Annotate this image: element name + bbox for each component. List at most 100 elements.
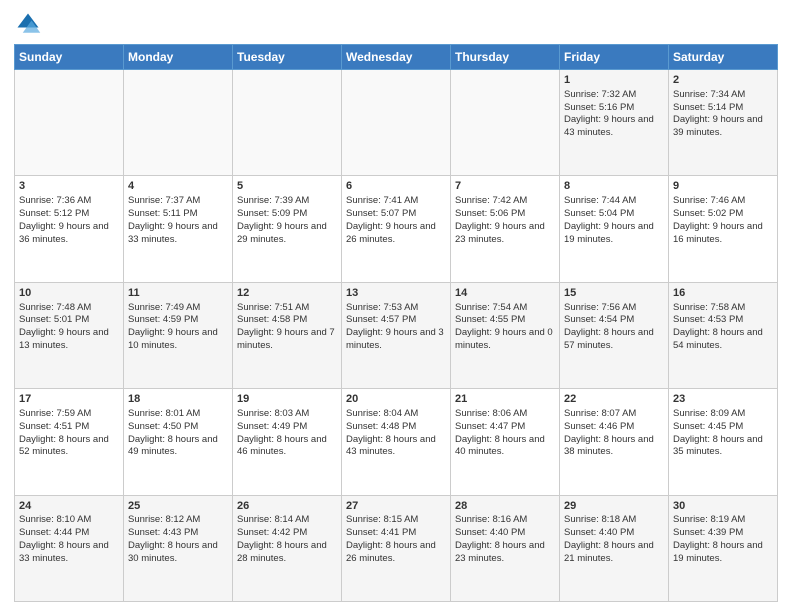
- calendar-cell: 24Sunrise: 8:10 AMSunset: 4:44 PMDayligh…: [15, 495, 124, 601]
- day-info: Sunset: 5:06 PM: [455, 208, 555, 221]
- day-info: Sunrise: 7:39 AM: [237, 195, 337, 208]
- day-number: 7: [455, 179, 555, 194]
- day-info: Sunrise: 8:15 AM: [346, 514, 446, 527]
- day-info: Daylight: 8 hours and 46 minutes.: [237, 434, 337, 460]
- weekday-header: Sunday: [15, 45, 124, 70]
- day-info: Daylight: 9 hours and 3 minutes.: [346, 327, 446, 353]
- day-info: Sunset: 5:12 PM: [19, 208, 119, 221]
- calendar-cell: 22Sunrise: 8:07 AMSunset: 4:46 PMDayligh…: [560, 389, 669, 495]
- day-info: Sunrise: 7:48 AM: [19, 302, 119, 315]
- day-info: Sunset: 4:42 PM: [237, 527, 337, 540]
- calendar-cell: 13Sunrise: 7:53 AMSunset: 4:57 PMDayligh…: [342, 282, 451, 388]
- calendar: SundayMondayTuesdayWednesdayThursdayFrid…: [14, 44, 778, 602]
- day-info: Daylight: 8 hours and 57 minutes.: [564, 327, 664, 353]
- day-number: 25: [128, 499, 228, 514]
- day-info: Sunrise: 8:19 AM: [673, 514, 773, 527]
- day-number: 1: [564, 73, 664, 88]
- calendar-cell: 25Sunrise: 8:12 AMSunset: 4:43 PMDayligh…: [124, 495, 233, 601]
- day-number: 27: [346, 499, 446, 514]
- day-number: 15: [564, 286, 664, 301]
- day-number: 14: [455, 286, 555, 301]
- page: SundayMondayTuesdayWednesdayThursdayFrid…: [0, 0, 792, 612]
- calendar-week-row: 17Sunrise: 7:59 AMSunset: 4:51 PMDayligh…: [15, 389, 778, 495]
- day-number: 24: [19, 499, 119, 514]
- calendar-cell: 6Sunrise: 7:41 AMSunset: 5:07 PMDaylight…: [342, 176, 451, 282]
- day-info: Sunset: 5:02 PM: [673, 208, 773, 221]
- day-number: 9: [673, 179, 773, 194]
- calendar-cell: [124, 70, 233, 176]
- calendar-cell: 19Sunrise: 8:03 AMSunset: 4:49 PMDayligh…: [233, 389, 342, 495]
- day-number: 19: [237, 392, 337, 407]
- calendar-cell: 1Sunrise: 7:32 AMSunset: 5:16 PMDaylight…: [560, 70, 669, 176]
- day-info: Daylight: 8 hours and 43 minutes.: [346, 434, 446, 460]
- calendar-cell: [15, 70, 124, 176]
- day-info: Sunrise: 7:51 AM: [237, 302, 337, 315]
- day-info: Sunset: 4:45 PM: [673, 421, 773, 434]
- day-info: Daylight: 9 hours and 0 minutes.: [455, 327, 555, 353]
- day-info: Sunrise: 8:14 AM: [237, 514, 337, 527]
- calendar-cell: 9Sunrise: 7:46 AMSunset: 5:02 PMDaylight…: [669, 176, 778, 282]
- calendar-week-row: 3Sunrise: 7:36 AMSunset: 5:12 PMDaylight…: [15, 176, 778, 282]
- calendar-cell: [451, 70, 560, 176]
- day-info: Sunset: 4:53 PM: [673, 314, 773, 327]
- day-info: Sunset: 4:59 PM: [128, 314, 228, 327]
- day-info: Sunrise: 7:36 AM: [19, 195, 119, 208]
- logo: [14, 10, 46, 38]
- day-info: Daylight: 9 hours and 29 minutes.: [237, 221, 337, 247]
- day-number: 16: [673, 286, 773, 301]
- day-number: 28: [455, 499, 555, 514]
- day-info: Sunset: 4:39 PM: [673, 527, 773, 540]
- day-number: 26: [237, 499, 337, 514]
- day-info: Sunset: 4:40 PM: [564, 527, 664, 540]
- day-info: Sunrise: 8:06 AM: [455, 408, 555, 421]
- day-number: 2: [673, 73, 773, 88]
- day-info: Sunrise: 7:32 AM: [564, 89, 664, 102]
- day-info: Daylight: 9 hours and 26 minutes.: [346, 221, 446, 247]
- calendar-cell: 30Sunrise: 8:19 AMSunset: 4:39 PMDayligh…: [669, 495, 778, 601]
- day-info: Sunset: 4:43 PM: [128, 527, 228, 540]
- calendar-cell: 20Sunrise: 8:04 AMSunset: 4:48 PMDayligh…: [342, 389, 451, 495]
- day-info: Daylight: 8 hours and 28 minutes.: [237, 540, 337, 566]
- day-info: Daylight: 9 hours and 16 minutes.: [673, 221, 773, 247]
- day-info: Sunrise: 7:56 AM: [564, 302, 664, 315]
- day-info: Sunset: 5:14 PM: [673, 102, 773, 115]
- calendar-cell: [342, 70, 451, 176]
- day-info: Sunset: 4:44 PM: [19, 527, 119, 540]
- calendar-cell: 21Sunrise: 8:06 AMSunset: 4:47 PMDayligh…: [451, 389, 560, 495]
- day-number: 6: [346, 179, 446, 194]
- day-info: Sunrise: 7:46 AM: [673, 195, 773, 208]
- day-info: Sunset: 4:47 PM: [455, 421, 555, 434]
- day-info: Daylight: 8 hours and 30 minutes.: [128, 540, 228, 566]
- day-info: Daylight: 8 hours and 49 minutes.: [128, 434, 228, 460]
- calendar-cell: 16Sunrise: 7:58 AMSunset: 4:53 PMDayligh…: [669, 282, 778, 388]
- day-info: Sunset: 4:58 PM: [237, 314, 337, 327]
- day-number: 5: [237, 179, 337, 194]
- day-info: Sunset: 4:55 PM: [455, 314, 555, 327]
- weekday-header: Friday: [560, 45, 669, 70]
- day-info: Sunset: 4:48 PM: [346, 421, 446, 434]
- calendar-cell: 17Sunrise: 7:59 AMSunset: 4:51 PMDayligh…: [15, 389, 124, 495]
- day-info: Daylight: 9 hours and 43 minutes.: [564, 114, 664, 140]
- day-number: 18: [128, 392, 228, 407]
- day-number: 13: [346, 286, 446, 301]
- calendar-cell: 29Sunrise: 8:18 AMSunset: 4:40 PMDayligh…: [560, 495, 669, 601]
- calendar-cell: 28Sunrise: 8:16 AMSunset: 4:40 PMDayligh…: [451, 495, 560, 601]
- day-info: Sunset: 4:51 PM: [19, 421, 119, 434]
- day-number: 4: [128, 179, 228, 194]
- calendar-cell: 15Sunrise: 7:56 AMSunset: 4:54 PMDayligh…: [560, 282, 669, 388]
- day-info: Sunrise: 8:07 AM: [564, 408, 664, 421]
- calendar-cell: 10Sunrise: 7:48 AMSunset: 5:01 PMDayligh…: [15, 282, 124, 388]
- day-info: Sunset: 4:54 PM: [564, 314, 664, 327]
- day-info: Sunset: 5:09 PM: [237, 208, 337, 221]
- day-info: Sunrise: 7:53 AM: [346, 302, 446, 315]
- calendar-week-row: 1Sunrise: 7:32 AMSunset: 5:16 PMDaylight…: [15, 70, 778, 176]
- day-info: Sunset: 4:57 PM: [346, 314, 446, 327]
- day-info: Sunset: 4:49 PM: [237, 421, 337, 434]
- day-info: Sunrise: 8:04 AM: [346, 408, 446, 421]
- day-info: Daylight: 8 hours and 52 minutes.: [19, 434, 119, 460]
- day-info: Sunrise: 8:16 AM: [455, 514, 555, 527]
- day-number: 29: [564, 499, 664, 514]
- day-number: 20: [346, 392, 446, 407]
- day-info: Sunset: 4:41 PM: [346, 527, 446, 540]
- calendar-cell: 18Sunrise: 8:01 AMSunset: 4:50 PMDayligh…: [124, 389, 233, 495]
